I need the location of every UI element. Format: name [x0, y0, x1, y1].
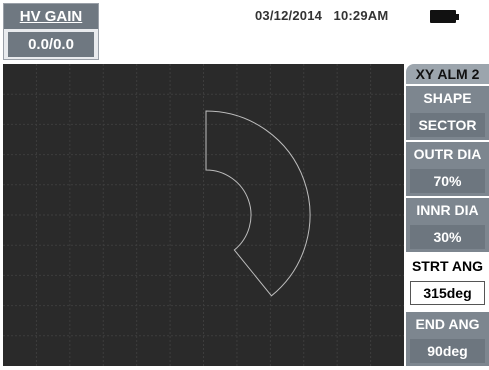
hv-gain-value[interactable]: 0.0/0.0	[8, 32, 94, 57]
hv-gain-title: HV GAIN	[4, 4, 98, 29]
right-menu: XY ALM 2 SHAPE SECTOR OUTR DIA 70% INNR …	[404, 64, 489, 366]
menu-item-inner-dia[interactable]: INNR DIA 30%	[406, 198, 489, 252]
menu-item-value[interactable]: 90deg	[410, 339, 485, 363]
menu-item-outer-dia[interactable]: OUTR DIA 70%	[406, 142, 489, 196]
alarm-sector-shape	[205, 110, 311, 297]
menu-item-value[interactable]: 315deg	[410, 281, 485, 305]
xy-display[interactable]	[3, 64, 404, 366]
menu-item-label: INNR DIA	[416, 202, 479, 218]
menu-item-shape[interactable]: SHAPE SECTOR	[406, 86, 489, 140]
date-text: 03/12/2014	[255, 8, 323, 23]
menu-item-value[interactable]: 30%	[410, 225, 485, 249]
xy-plot	[3, 64, 404, 366]
menu-item-label: END ANG	[415, 316, 480, 332]
menu-item-value[interactable]: SECTOR	[410, 113, 485, 137]
grid	[3, 64, 404, 366]
menu-header[interactable]: XY ALM 2	[406, 64, 489, 84]
menu-item-label: STRT ANG	[411, 258, 484, 274]
menu-item-value[interactable]: 70%	[410, 169, 485, 193]
hv-gain-panel[interactable]: HV GAIN 0.0/0.0	[3, 3, 99, 60]
time-text: 10:29AM	[333, 8, 389, 23]
battery-tip-icon	[456, 14, 459, 20]
menu-item-end-angle[interactable]: END ANG 90deg	[406, 312, 489, 366]
menu-item-start-angle[interactable]: STRT ANG 315deg	[406, 254, 489, 308]
menu-item-label: OUTR DIA	[413, 146, 482, 162]
menu-item-label: SHAPE	[423, 90, 472, 106]
date-time: 03/12/2014 10:29AM	[255, 8, 388, 23]
battery-icon	[430, 10, 456, 23]
